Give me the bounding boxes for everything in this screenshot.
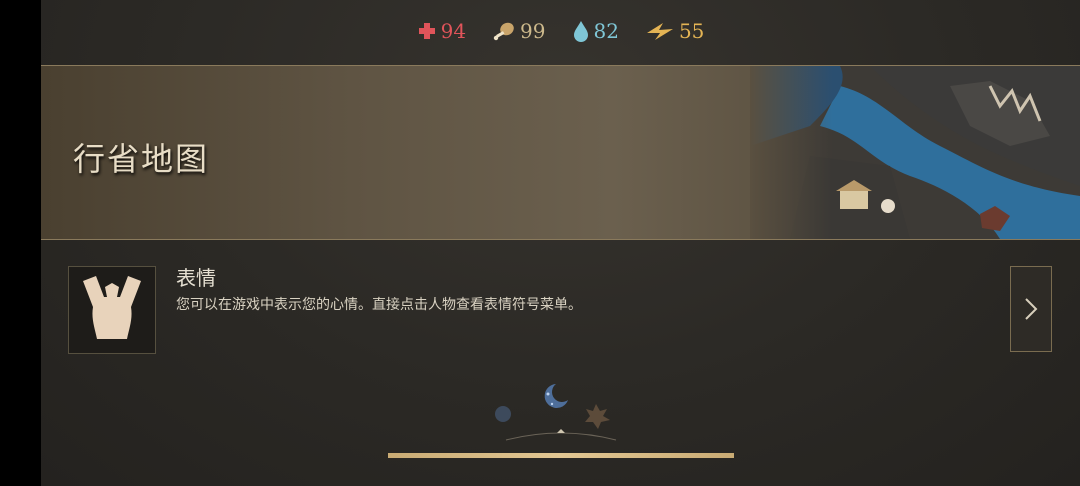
- loading-progress-fill: [388, 453, 734, 458]
- map-illustration: [750, 66, 1080, 239]
- energy-stat: 55: [645, 19, 704, 43]
- tip-description: 您可以在游戏中表示您的心情。直接点击人物查看表情符号菜单。: [176, 297, 582, 313]
- cheer-figure-icon: [83, 276, 141, 339]
- next-tip-button[interactable]: [1010, 266, 1052, 352]
- meat-leg-icon: [493, 22, 514, 41]
- night-sky-decoration: [495, 384, 617, 441]
- resource-bar: 94 99 82 55: [41, 14, 1080, 48]
- emote-tip-icon-box: [68, 266, 156, 354]
- food-stat: 99: [492, 19, 546, 43]
- food-value: 99: [520, 19, 546, 43]
- banner-title: 行省地图: [73, 140, 210, 178]
- game-screen: 94 99 82 55 行省地图 表情 您可以在游戏中表示您的心情。直接点击人物…: [41, 0, 1080, 486]
- lightning-icon: [646, 23, 673, 40]
- health-stat: 94: [417, 19, 466, 43]
- health-cross-icon: [418, 23, 435, 39]
- province-map-banner[interactable]: 行省地图: [41, 65, 1080, 240]
- loading-progress-bar: [388, 453, 734, 458]
- health-value: 94: [440, 19, 467, 43]
- tip-title: 表情: [176, 266, 216, 290]
- water-stat: 82: [572, 19, 619, 43]
- water-drop-icon: [573, 21, 588, 42]
- energy-value: 55: [678, 19, 705, 43]
- chevron-right-icon: [1025, 298, 1038, 320]
- water-value: 82: [593, 19, 619, 43]
